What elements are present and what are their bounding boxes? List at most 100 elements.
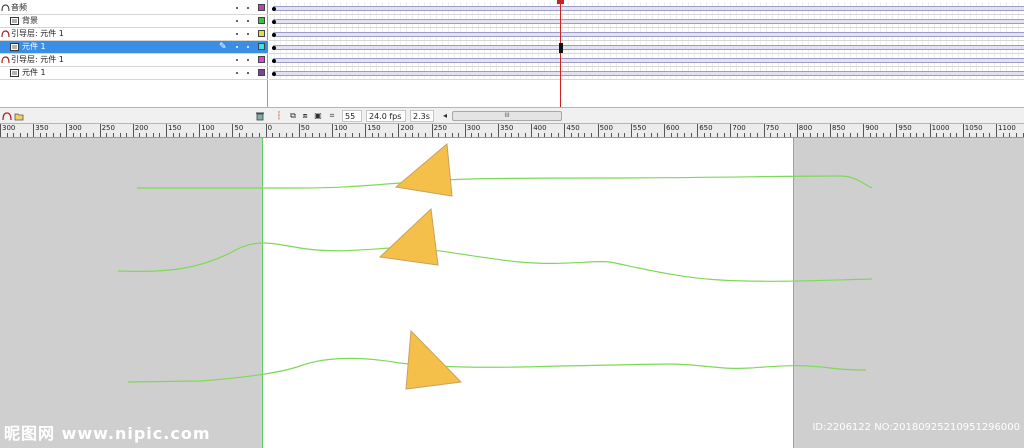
layer-row-symbol-1[interactable]: 元件 1: [0, 67, 268, 80]
ruler-minor-tick: [225, 133, 227, 137]
visibility-dot[interactable]: [236, 33, 238, 35]
ruler-label: 50: [234, 124, 244, 132]
ruler-minor-tick: [26, 133, 28, 137]
layer-row-background[interactable]: 背景: [0, 15, 268, 28]
ruler-minor-tick: [1022, 133, 1024, 137]
ruler-minor-tick: [756, 133, 758, 137]
outline-color-swatch[interactable]: [258, 43, 265, 50]
layer-row-guide-1[interactable]: 引导层: 元件 1: [0, 28, 268, 41]
ruler-minor-tick: [949, 133, 951, 137]
ruler-minor-tick: [491, 133, 493, 137]
ruler-minor-tick: [783, 133, 785, 137]
ruler-major-tick: [0, 124, 1, 137]
motion-guide-path-2[interactable]: [117, 242, 873, 282]
visibility-dot[interactable]: [236, 7, 238, 9]
frame-row[interactable]: [269, 67, 1024, 80]
visibility-dot[interactable]: [236, 59, 238, 61]
ruler-minor-tick: [982, 133, 984, 137]
onion-skin-icon[interactable]: ⧉: [288, 111, 298, 121]
frame-row[interactable]: [269, 2, 1024, 15]
watermark-left: 昵图网 www.nipic.com: [4, 424, 211, 443]
lock-dot[interactable]: [247, 59, 249, 61]
frame-row[interactable]: [269, 15, 1024, 28]
ruler-minor-tick: [39, 133, 41, 137]
add-motion-guide-icon[interactable]: [2, 111, 12, 121]
pasteboard[interactable]: [0, 138, 1024, 448]
layer-row-audio[interactable]: 音频: [0, 2, 268, 15]
layer-name: 元件 1: [22, 42, 46, 51]
ruler-minor-tick: [710, 133, 712, 137]
frame-row[interactable]: [269, 54, 1024, 67]
outline-color-swatch[interactable]: [258, 69, 265, 76]
ruler-major-tick: [830, 124, 831, 137]
frames-panel[interactable]: [269, 0, 1024, 107]
playhead[interactable]: [560, 0, 561, 124]
ruler-minor-tick: [484, 133, 486, 137]
ruler-minor-tick: [312, 133, 314, 137]
timeline-status-bar: ┆ ⧉ ⧈ ▣ ⌗ 55 24.0 fps 2.3s ◂ III: [0, 107, 1024, 124]
ruler-minor-tick: [976, 133, 978, 137]
layer-row-symbol-1-selected[interactable]: 元件 1 ✎: [0, 41, 268, 54]
keyframe[interactable]: [272, 46, 276, 50]
triangle-symbol-3[interactable]: [405, 329, 463, 390]
visibility-dot[interactable]: [236, 20, 238, 22]
ruler-label: 1050: [964, 124, 983, 132]
visibility-dot[interactable]: [236, 72, 238, 74]
ruler-minor-tick: [351, 133, 353, 137]
outline-color-swatch[interactable]: [258, 17, 265, 24]
ruler-major-tick: [996, 124, 997, 137]
center-frame-icon[interactable]: ┆: [274, 111, 284, 121]
ruler-minor-tick: [776, 133, 778, 137]
insert-layer-folder-icon[interactable]: [14, 111, 24, 121]
ruler-major-tick: [132, 124, 134, 137]
ruler-minor-tick: [571, 133, 573, 137]
outline-color-swatch[interactable]: [258, 30, 265, 37]
keyframe[interactable]: [272, 59, 276, 63]
frame-row[interactable]: [269, 28, 1024, 41]
ruler-minor-tick: [657, 133, 659, 137]
guide-layer-icon: [1, 30, 10, 38]
motion-guide-path-1[interactable]: [137, 175, 873, 189]
keyframe[interactable]: [272, 20, 276, 24]
layer-icon: [10, 43, 19, 51]
frame-rate-field[interactable]: 24.0 fps: [366, 110, 406, 122]
timeline-horizontal-scrollbar[interactable]: III: [452, 111, 562, 121]
current-frame-field[interactable]: 55: [342, 110, 362, 122]
trash-icon[interactable]: [255, 111, 265, 121]
triangle-symbol-2[interactable]: [378, 207, 439, 266]
lock-dot[interactable]: [247, 33, 249, 35]
ruler-minor-tick: [969, 133, 971, 137]
ruler-minor-tick: [1009, 133, 1011, 137]
ruler-minor-tick: [650, 133, 652, 137]
watermark-right: ID:2206122 NO:20180925210951296000: [812, 422, 1020, 433]
triangle-symbol-1[interactable]: [394, 143, 453, 197]
lock-dot[interactable]: [247, 20, 249, 22]
outline-color-swatch[interactable]: [258, 4, 265, 11]
modify-onion-markers-icon[interactable]: ⌗: [327, 111, 337, 121]
lock-dot[interactable]: [247, 72, 249, 74]
visibility-dot[interactable]: [236, 46, 238, 48]
ruler-label: 300: [466, 124, 481, 132]
lock-dot[interactable]: [247, 7, 249, 9]
keyframe[interactable]: [272, 72, 276, 76]
edit-multiple-frames-icon[interactable]: ▣: [313, 111, 323, 121]
scroll-left-arrow-icon[interactable]: ◂: [440, 111, 450, 121]
tween-span: [273, 71, 1024, 76]
ruler-major-tick: [630, 124, 632, 137]
ruler-minor-tick: [272, 133, 274, 137]
keyframe[interactable]: [272, 33, 276, 37]
ruler-minor-tick: [803, 133, 805, 137]
ruler-minor-tick: [252, 133, 254, 137]
onion-skin-outlines-icon[interactable]: ⧈: [300, 111, 310, 121]
layer-row-guide-2[interactable]: 引导层: 元件 1: [0, 54, 268, 67]
motion-guide-path-3[interactable]: [127, 357, 867, 383]
ruler-label: 150: [168, 124, 182, 132]
frame-row[interactable]: [269, 41, 1024, 54]
lock-dot[interactable]: [247, 46, 249, 48]
ruler-major-tick: [730, 124, 732, 137]
elapsed-time-field[interactable]: 2.3s: [410, 110, 434, 122]
ruler-minor-tick: [624, 133, 626, 137]
ruler-minor-tick: [405, 133, 407, 137]
outline-color-swatch[interactable]: [258, 56, 265, 63]
keyframe[interactable]: [272, 7, 276, 11]
